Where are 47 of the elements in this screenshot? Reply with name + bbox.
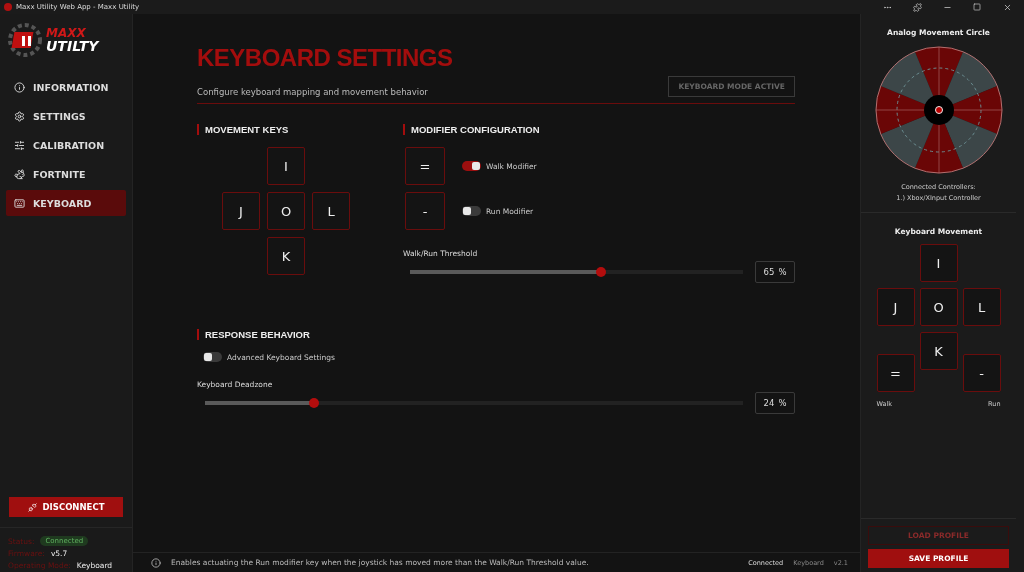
disconnect-button[interactable]: DISCONNECT <box>9 497 123 517</box>
close-icon[interactable] <box>1002 2 1012 12</box>
key-button[interactable]: O <box>267 192 305 230</box>
info-icon <box>14 81 25 93</box>
key-button[interactable]: = <box>405 147 445 185</box>
key-button[interactable]: O <box>919 288 958 326</box>
section-title: MOVEMENT KEYS <box>197 124 390 135</box>
key-button[interactable]: = <box>876 354 915 392</box>
keyboard-icon <box>14 197 25 209</box>
sidebar-item[interactable]: INFORMATION <box>6 74 126 100</box>
slider[interactable] <box>410 270 743 274</box>
plug-icon <box>27 502 37 512</box>
extension-icon[interactable] <box>912 2 922 12</box>
key-button[interactable]: K <box>267 237 305 275</box>
key-button[interactable]: J <box>876 288 915 326</box>
animal-icon <box>14 168 25 180</box>
key-button[interactable]: L <box>312 192 350 230</box>
slider-thumb[interactable] <box>595 267 606 277</box>
key-button[interactable]: - <box>962 354 1001 392</box>
key-button[interactable]: L <box>962 288 1001 326</box>
toggle-switch[interactable] <box>203 352 222 362</box>
slider-thumb[interactable] <box>308 398 319 408</box>
toggle-switch[interactable] <box>462 161 481 171</box>
logo-text: MAXX <box>46 27 87 39</box>
toggle-switch[interactable] <box>462 206 481 216</box>
value-field[interactable]: 24 % <box>755 392 795 414</box>
section-title: MODIFIER CONFIGURATION <box>403 124 795 135</box>
section-title: RESPONSE BEHAVIOR <box>197 329 795 340</box>
sidebar-item[interactable]: FORTNITE <box>6 161 126 187</box>
sidebar-item[interactable]: SETTINGS <box>6 103 126 129</box>
key-button[interactable]: - <box>405 192 445 230</box>
settings-icon <box>14 110 25 122</box>
maximize-icon[interactable] <box>973 3 981 11</box>
page-title: KEYBOARD SETTINGS <box>197 44 454 72</box>
sidebar-item[interactable]: CALIBRATION <box>6 132 126 158</box>
key-button[interactable]: K <box>919 332 958 370</box>
logo-icon <box>8 23 42 57</box>
sliders-icon <box>14 139 25 151</box>
value-field[interactable]: 65 % <box>755 261 795 283</box>
app-icon <box>4 3 12 11</box>
page-subtitle: Configure keyboard mapping and movement behavior <box>197 87 428 97</box>
info-icon <box>151 557 161 568</box>
key-button[interactable]: J <box>222 192 260 230</box>
key-button[interactable]: I <box>267 147 305 185</box>
key-button[interactable]: I <box>919 244 958 282</box>
sidebar-item[interactable]: KEYBOARD <box>6 190 126 216</box>
logo-text: UTILTY <box>46 39 99 53</box>
